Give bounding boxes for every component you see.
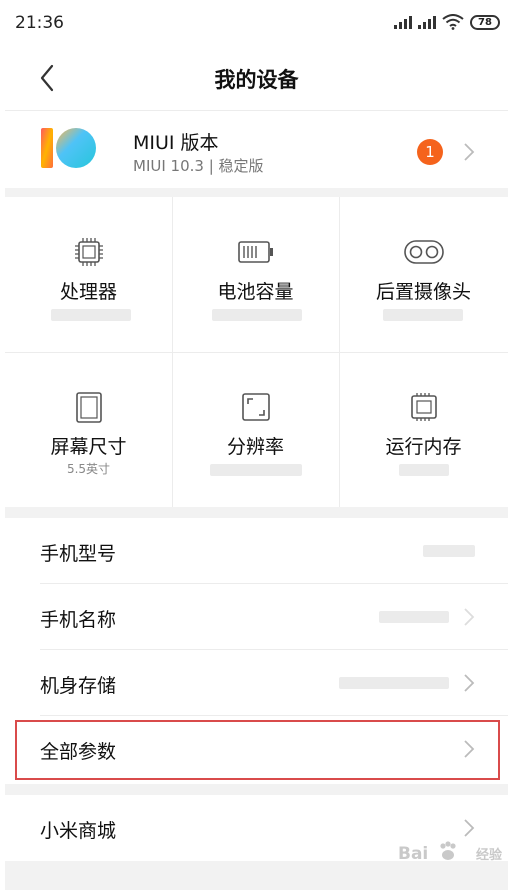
spec-label: 分辨率 [226,436,284,458]
spec-label: 处理器 [59,281,117,303]
redacted-value [399,464,449,476]
battery-capacity-icon [237,241,273,263]
update-badge: 1 [417,139,443,165]
screen-size-icon [75,392,102,423]
spec-cell-ram[interactable]: 运行内存 [339,352,508,507]
list-item-label: 全部参数 [40,741,117,763]
redacted-value [379,611,449,623]
chevron-right-icon [464,819,475,837]
battery-icon: 78 [470,14,500,30]
page-title: 我的设备 [214,68,299,92]
redacted-value [339,677,449,689]
watermark: Bai 经验 [398,836,508,872]
list-item-name[interactable]: 手机名称 [5,584,508,650]
list-item-storage[interactable]: 机身存储 [5,650,508,716]
list-item-all-params[interactable]: 全部参数 [5,716,508,782]
redacted-value [383,309,463,321]
cpu-icon [74,238,103,266]
miui-version-row[interactable]: MIUI 版本 MIUI 10.3 | 稳定版 1 [5,111,508,188]
list-item-label: 手机名称 [40,609,117,631]
list-item-label: 小米商城 [40,820,117,842]
chevron-right-icon [464,674,475,692]
wifi-icon [442,14,464,30]
title-bar: 我的设备 [5,46,508,110]
list-item-model[interactable]: 手机型号 [5,518,508,584]
spec-label: 屏幕尺寸 [50,436,127,458]
section-gap [5,188,508,197]
redacted-value [423,545,475,557]
spec-cell-resolution[interactable]: 分辨率 [172,352,339,507]
status-time: 21:36 [15,13,64,33]
redacted-value [210,464,302,476]
miui-logo-icon [41,128,96,168]
list-item-label: 机身存储 [40,675,117,697]
ram-icon [410,393,437,421]
miui-subtitle: MIUI 10.3 | 稳定版 [133,157,264,175]
chevron-right-icon [464,608,475,626]
spec-grid: 处理器 电池容量 后置摄像头 屏幕尺寸 5.5英寸 分辨率 运行内存 [5,197,508,507]
dual-camera-icon [403,240,444,264]
spec-value: 5.5英寸 [66,462,111,476]
spec-cell-screen-size[interactable]: 屏幕尺寸 5.5英寸 [5,352,172,507]
spec-cell-battery[interactable]: 电池容量 [172,197,339,352]
status-bar: 21:36 78 [5,0,508,46]
redacted-value [212,309,302,321]
spec-label: 后置摄像头 [375,281,471,303]
paw-icon [440,841,456,860]
status-icons: 78 [394,14,500,30]
chevron-right-icon [464,740,475,758]
chevron-right-icon [464,143,475,161]
list-item-label: 手机型号 [40,543,117,565]
signal-icon [394,15,412,29]
spec-cell-rear-camera[interactable]: 后置摄像头 [339,197,508,352]
section-gap [5,784,508,795]
spec-label: 运行内存 [385,436,462,458]
resolution-icon [241,393,270,421]
miui-title: MIUI 版本 [133,132,219,154]
watermark-text: Bai [398,844,429,864]
section-gap [5,507,508,518]
device-page: 21:36 78 我的设备 MIUI 版本 MIUI 10.3 | 稳定版 1 … [5,0,508,890]
signal-icon [418,15,436,29]
spec-label: 电池容量 [217,281,294,303]
spec-cell-processor[interactable]: 处理器 [5,197,172,352]
redacted-value [51,309,131,321]
watermark-sub: 经验 [476,848,503,863]
